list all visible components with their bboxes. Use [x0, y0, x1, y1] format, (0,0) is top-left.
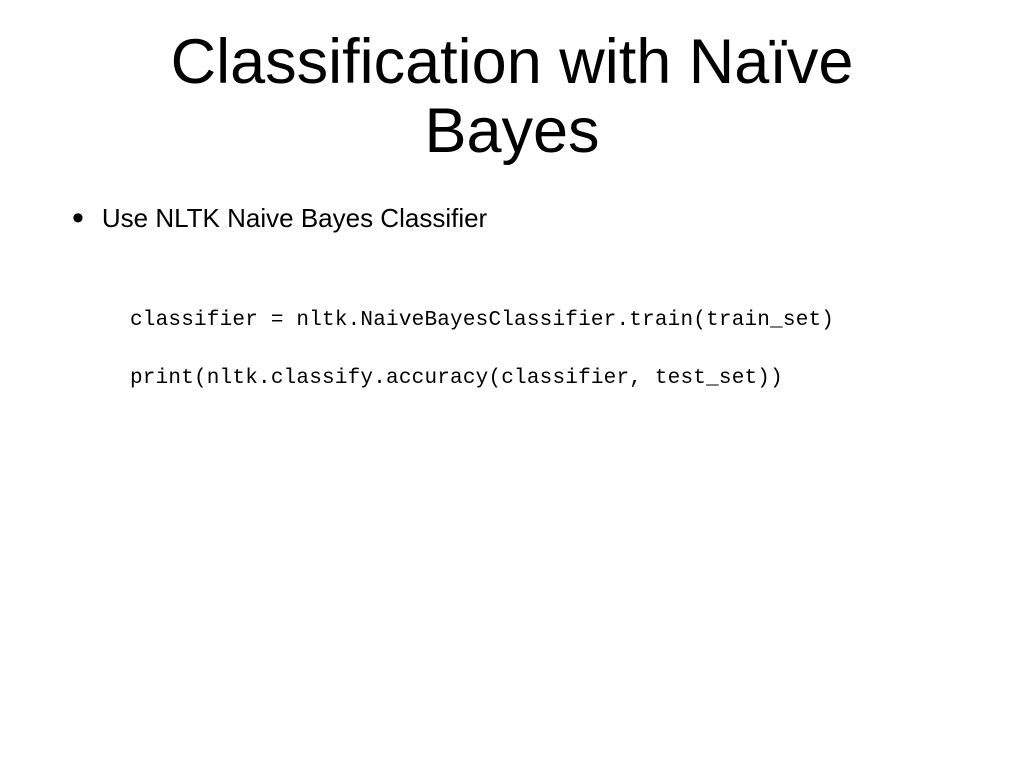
code-block: classifier = nltk.NaiveBayesClassifier.t…	[130, 307, 1024, 394]
title-line-2: Bayes	[424, 96, 599, 166]
slide-body: • Use NLTK Naive Bayes Classifier classi…	[0, 167, 1024, 394]
bullet-text: Use NLTK Naive Bayes Classifier	[102, 203, 487, 234]
bullet-item: • Use NLTK Naive Bayes Classifier	[72, 203, 1024, 235]
code-line-2: print(nltk.classify.accuracy(classifier,…	[130, 365, 1024, 393]
slide: Classification with Naïve Bayes • Use NL…	[0, 0, 1024, 768]
code-line-1: classifier = nltk.NaiveBayesClassifier.t…	[130, 307, 1024, 335]
bullet-icon: •	[72, 201, 84, 235]
title-line-1: Classification with Naïve	[171, 27, 854, 97]
slide-title: Classification with Naïve Bayes	[0, 0, 1024, 167]
